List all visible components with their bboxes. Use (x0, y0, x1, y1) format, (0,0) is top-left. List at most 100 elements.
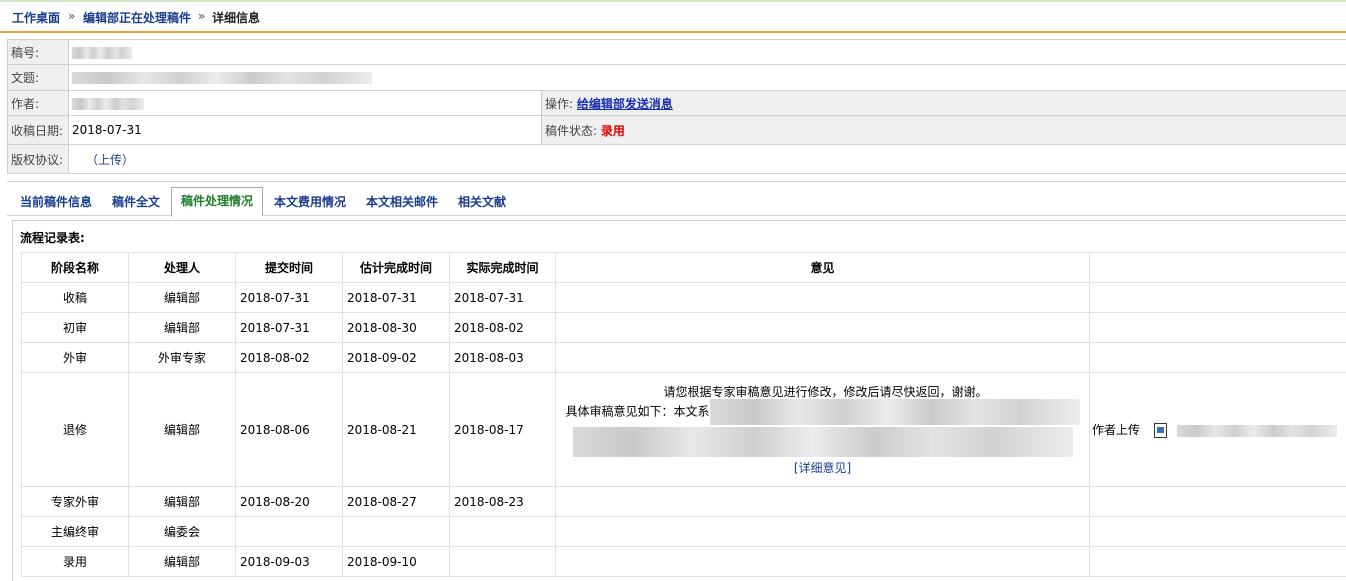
breadcrumb-processing-link[interactable]: 编辑部正在处理稿件 (83, 9, 191, 26)
table-row: 外审 外审专家 2018-08-02 2018-09-02 2018-08-03 (22, 343, 1346, 373)
submitted-cell: 2018-08-02 (236, 343, 343, 373)
handler-cell: 编辑部 (129, 547, 236, 577)
actual-cell (450, 547, 556, 577)
estimated-cell: 2018-09-10 (343, 547, 450, 577)
extra-cell: 作者上传 (1090, 373, 1346, 487)
manuscript-author-label: 作者: (8, 91, 69, 116)
detail-opinion-link[interactable]: [详细意见] (794, 461, 851, 475)
received-date-label: 收稿日期: (8, 116, 69, 145)
stage-cell: 录用 (22, 547, 129, 577)
copyright-value: （上传） (69, 145, 1346, 174)
col-header-submitted: 提交时间 (236, 253, 343, 283)
submitted-cell (236, 517, 343, 547)
stage-cell: 外审 (22, 343, 129, 373)
actual-cell: 2018-07-31 (450, 283, 556, 313)
estimated-cell: 2018-08-30 (343, 313, 450, 343)
stage-cell: 退修 (22, 373, 129, 487)
submitted-cell: 2018-09-03 (236, 547, 343, 577)
col-header-stage: 阶段名称 (22, 253, 129, 283)
submitted-cell: 2018-07-31 (236, 283, 343, 313)
breadcrumb-home-link[interactable]: 工作桌面 (12, 9, 60, 26)
actual-cell: 2018-08-23 (450, 487, 556, 517)
manuscript-title-value (69, 65, 1346, 91)
extra-cell (1090, 283, 1346, 313)
opinion-redacted-block (556, 427, 1089, 457)
handler-cell: 编辑部 (129, 487, 236, 517)
actual-cell: 2018-08-02 (450, 313, 556, 343)
tab-processing[interactable]: 稿件处理情况 (171, 187, 263, 217)
opinion-text-2: 具体审稿意见如下：本文系 (556, 399, 1089, 425)
tab-bar: 当前稿件信息 稿件全文 稿件处理情况 本文费用情况 本文相关邮件 相关文献 (7, 181, 1346, 216)
estimated-cell: 2018-07-31 (343, 283, 450, 313)
col-header-extra (1090, 253, 1346, 283)
redacted-text (573, 427, 1073, 457)
extra-cell (1090, 343, 1346, 373)
copyright-label: 版权协议: (8, 145, 69, 174)
actual-cell: 2018-08-17 (450, 373, 556, 487)
submitted-cell: 2018-08-20 (236, 487, 343, 517)
status-label: 稿件状态: (545, 124, 597, 138)
table-row: 录用 编辑部 2018-09-03 2018-09-10 (22, 547, 1346, 577)
manuscript-id-label: 稿号: (8, 40, 69, 65)
opinion-cell: 请您根据专家审稿意见进行修改，修改后请尽快返回，谢谢。 具体审稿意见如下：本文系… (556, 373, 1090, 487)
breadcrumb-current: 详细信息 (212, 9, 260, 26)
flow-header-row: 阶段名称 处理人 提交时间 估计完成时间 实际完成时间 意见 (22, 253, 1346, 283)
extra-cell (1090, 487, 1346, 517)
table-row: 主编终审 编委会 (22, 517, 1346, 547)
breadcrumb-separator: » (68, 9, 75, 23)
handler-cell: 编委会 (129, 517, 236, 547)
opinion-cell (556, 547, 1090, 577)
table-row: 收稿 编辑部 2018-07-31 2018-07-31 2018-07-31 (22, 283, 1346, 313)
word-document-icon[interactable] (1154, 423, 1167, 438)
flow-table: 阶段名称 处理人 提交时间 估计完成时间 实际完成时间 意见 收稿 编辑部 20… (21, 252, 1346, 577)
table-row: 专家外审 编辑部 2018-08-20 2018-08-27 2018-08-2… (22, 487, 1346, 517)
breadcrumb-separator: » (198, 9, 205, 23)
stage-cell: 初审 (22, 313, 129, 343)
opinion-detail-row: [详细意见] (556, 461, 1089, 475)
actual-cell: 2018-08-03 (450, 343, 556, 373)
handler-cell: 外审专家 (129, 343, 236, 373)
submitted-cell: 2018-08-06 (236, 373, 343, 487)
opinion-cell (556, 313, 1090, 343)
status-cell: 稿件状态: 录用 (542, 116, 1346, 145)
tab-related-literature[interactable]: 相关文献 (458, 193, 506, 210)
estimated-cell: 2018-09-02 (343, 343, 450, 373)
table-row: 退修 编辑部 2018-08-06 2018-08-21 2018-08-17 … (22, 373, 1346, 487)
handler-cell: 编辑部 (129, 283, 236, 313)
opinion-text-line: 具体审稿意见如下：本文系 (565, 404, 709, 418)
operation-label: 操作: (545, 97, 573, 111)
extra-cell (1090, 313, 1346, 343)
copyright-upload-link[interactable]: （上传） (86, 153, 134, 167)
actual-cell (450, 517, 556, 547)
manuscript-title-label: 文题: (8, 65, 69, 91)
tab-full-text[interactable]: 稿件全文 (112, 193, 160, 210)
col-header-actual: 实际完成时间 (450, 253, 556, 283)
extra-cell (1090, 517, 1346, 547)
tab-fees[interactable]: 本文费用情况 (274, 193, 346, 210)
col-header-estimated: 估计完成时间 (343, 253, 450, 283)
breadcrumb: 工作桌面 » 编辑部正在处理稿件 » 详细信息 (0, 2, 1346, 33)
col-header-opinion: 意见 (556, 253, 1090, 283)
estimated-cell: 2018-08-21 (343, 373, 450, 487)
opinion-cell (556, 343, 1090, 373)
opinion-cell (556, 487, 1090, 517)
redacted-text (710, 399, 1080, 425)
manuscript-id-value (69, 40, 1346, 65)
opinion-cell (556, 517, 1090, 547)
extra-cell (1090, 547, 1346, 577)
tab-current-info[interactable]: 当前稿件信息 (20, 193, 92, 210)
tab-emails[interactable]: 本文相关邮件 (366, 193, 438, 210)
submitted-cell: 2018-07-31 (236, 313, 343, 343)
received-date-value: 2018-07-31 (69, 116, 542, 145)
send-message-link[interactable]: 给编辑部发送消息 (577, 97, 673, 111)
handler-cell: 编辑部 (129, 373, 236, 487)
status-badge: 录用 (601, 124, 625, 138)
col-header-handler: 处理人 (129, 253, 236, 283)
estimated-cell (343, 517, 450, 547)
opinion-text: 请您根据专家审稿意见进行修改，修改后请尽快返回，谢谢。 (556, 385, 1089, 399)
opinion-cell (556, 283, 1090, 313)
estimated-cell: 2018-08-27 (343, 487, 450, 517)
author-upload-label: 作者上传 (1092, 423, 1140, 437)
redacted-filename (1177, 425, 1337, 437)
flow-title: 流程记录表: (20, 229, 85, 246)
